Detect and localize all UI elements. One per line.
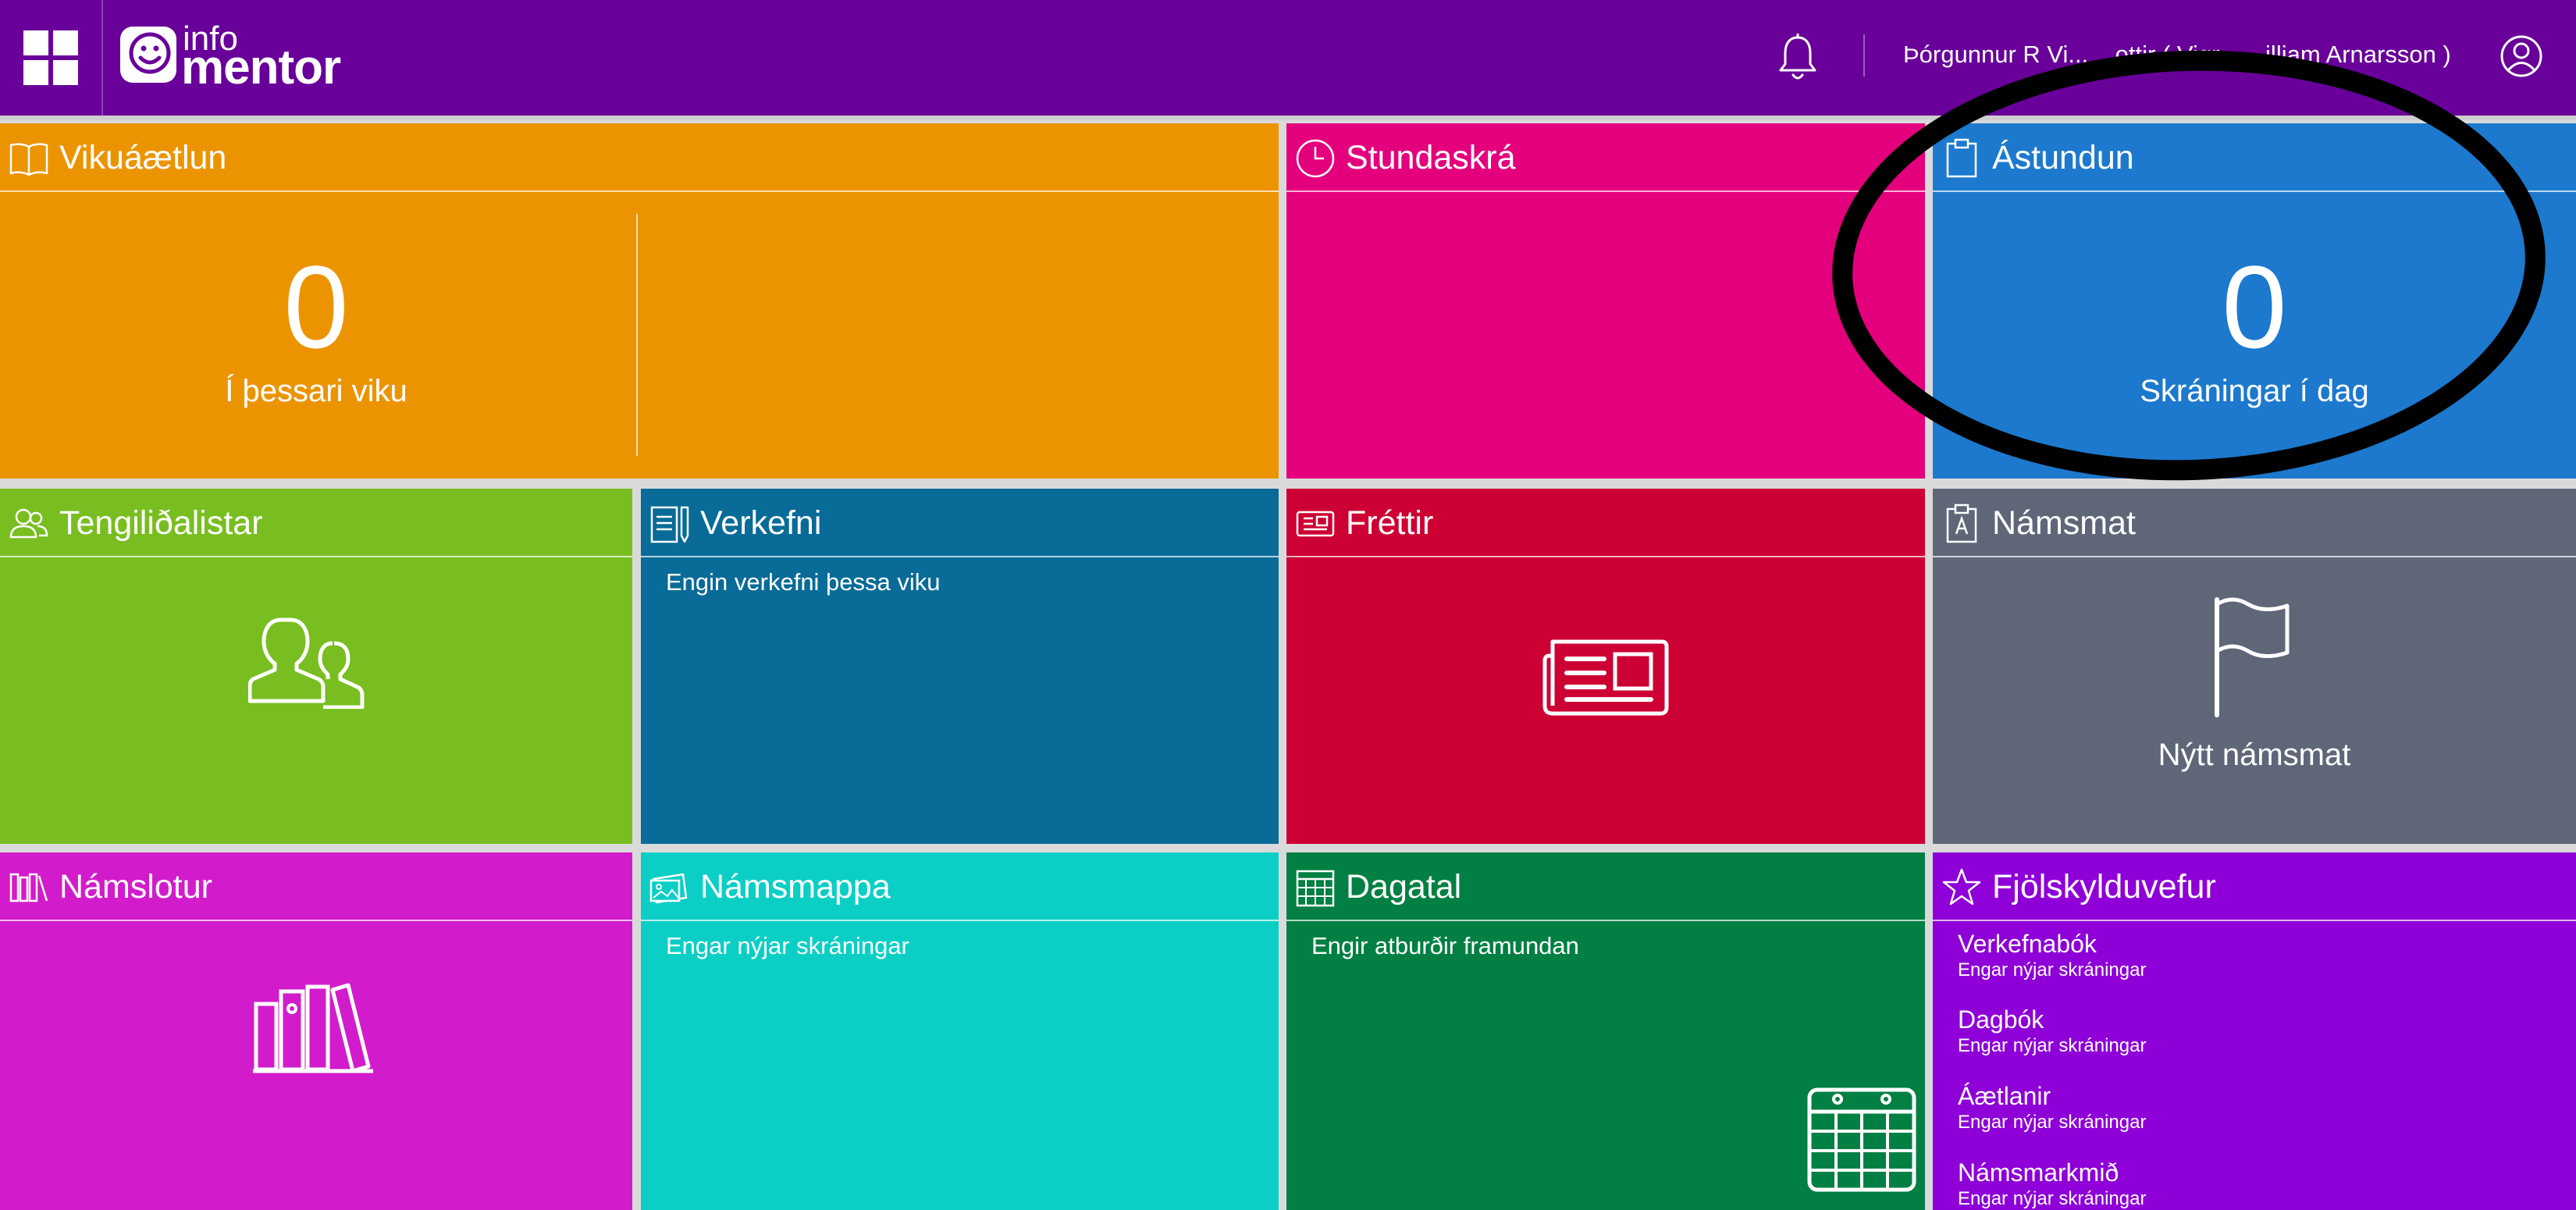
tile-header: Ástundun [1933, 123, 2576, 192]
books-small-icon [9, 873, 48, 902]
family-item-status: Engar nýjar skráningar [1958, 1112, 2147, 1133]
tile-verkefni[interactable]: Verkefni Engin verkefni þessa viku [641, 489, 1279, 844]
document-pencil-icon [650, 506, 689, 543]
tile-tengilidalistar[interactable]: Tengiliðalistar [0, 489, 632, 844]
tile-title: Verkefni [700, 504, 822, 542]
notifications-button[interactable] [1777, 33, 1819, 83]
family-item-dagbok[interactable]: Dagbók Engar nýjar skráningar [1958, 1005, 2146, 1058]
newspaper-small-icon [1296, 511, 1335, 537]
tile-namslotur[interactable]: Námslotur [0, 852, 632, 1210]
family-item-status: Engar nýjar skráningar [1958, 1188, 2147, 1209]
tile-frettir[interactable]: Fréttir [1286, 489, 1925, 844]
logo-mentor-text: mentor [181, 41, 341, 94]
week-plan-count: 0 [283, 241, 349, 372]
bell-icon [1779, 34, 1816, 80]
family-item-verkefnabok[interactable]: Verkefnabók Engar nýjar skráningar [1958, 929, 2146, 982]
clock-icon [1296, 139, 1335, 178]
tile-inner-divider [636, 214, 638, 456]
tile-header: Námsmappa [641, 852, 1279, 921]
tile-fjolskylduvefur[interactable]: Fjölskylduvefur Verkefnabók Engar nýjar … [1933, 852, 2576, 1210]
tile-stundaskra[interactable]: Stundaskrá [1286, 123, 1925, 479]
infomentor-logo[interactable]: info mentor [119, 20, 345, 95]
dashboard-page: info mentor Þórgunnur R Vi... ...ottir (… [0, 0, 2576, 1210]
people-icon [248, 617, 365, 709]
tile-title: Dagatal [1346, 868, 1462, 906]
picture-folder-icon [649, 873, 688, 904]
smiley-logo-icon [120, 27, 176, 83]
user-avatar-icon [2500, 35, 2542, 77]
book-icon [9, 143, 48, 176]
family-item-namsmarkmid[interactable]: Námsmarkmið Engar nýjar skráningar [1958, 1158, 2146, 1210]
tile-title: Námslotur [59, 868, 212, 906]
family-item-title: Áætlanir [1958, 1082, 2051, 1110]
family-item-status: Engar nýjar skráningar [1958, 1035, 2147, 1056]
tile-title: Fréttir [1346, 504, 1434, 542]
tile-header: Dagatal [1286, 852, 1925, 921]
tile-header: Verkefni [641, 489, 1279, 557]
attendance-count: 0 [2222, 241, 2287, 372]
tile-title: Vikuáætlun [59, 139, 227, 176]
user-profile-button[interactable] [2500, 34, 2543, 78]
tile-title: Námsmappa [700, 868, 891, 906]
tile-header: Námsmat [1933, 489, 2576, 557]
header-shadow [0, 116, 2576, 120]
tile-title: Námsmat [1992, 504, 2136, 542]
family-item-title: Dagbók [1958, 1005, 2044, 1034]
tile-status-text: Engir atburðir framundan [1311, 932, 1579, 959]
calendar-icon [1807, 1087, 1916, 1192]
books-icon [253, 983, 373, 1073]
attendance-count-label: Skráningar í dag [2140, 374, 2369, 408]
family-item-status: Engar nýjar skráningar [1958, 959, 2147, 980]
tile-header: Fréttir [1286, 489, 1925, 557]
tile-header: Stundaskrá [1286, 123, 1925, 192]
apps-grid-icon [23, 30, 78, 85]
flag-icon [2215, 597, 2290, 717]
star-icon [1942, 868, 1981, 906]
family-item-title: Námsmarkmið [1958, 1158, 2119, 1187]
contacts-icon [9, 508, 48, 539]
tile-vikuaaetlun[interactable]: Vikuáætlun 0 Í þessari viku [0, 123, 1279, 479]
tile-dagatal[interactable]: Dagatal Engir atburðir framundan [1286, 852, 1925, 1210]
tile-header: Tengiliðalistar [0, 489, 632, 557]
top-bar: info mentor Þórgunnur R Vi... ...ottir (… [0, 0, 2576, 116]
tile-namsmat[interactable]: Námsmat Nýtt námsmat [1933, 489, 2576, 844]
header-divider [1863, 34, 1865, 77]
new-assessment-link[interactable]: Nýtt námsmat [1933, 735, 2576, 774]
tile-title: Fjölskylduvefur [1992, 868, 2216, 906]
graded-clipboard-icon [1946, 504, 1977, 543]
clipboard-icon [1946, 138, 1977, 178]
user-name[interactable]: Þórgunnur R Vi... ...ottir ( Vigr... ...… [1903, 39, 2481, 70]
tile-status-text: Engar nýjar skráningar [666, 932, 909, 959]
tile-header: Fjölskylduvefur [1933, 852, 2576, 921]
tile-title: Stundaskrá [1346, 139, 1516, 176]
tile-astundun[interactable]: Ástundun 0 Skráningar í dag [1933, 123, 2576, 479]
tile-namsmappa[interactable]: Námsmappa Engar nýjar skráningar [641, 852, 1279, 1210]
apps-grid-button[interactable] [0, 0, 103, 116]
week-plan-count-label: Í þessari viku [225, 374, 407, 408]
calendar-small-icon [1296, 870, 1335, 907]
tile-header: Námslotur [0, 852, 632, 921]
family-item-title: Verkefnabók [1958, 930, 2097, 958]
tile-title: Ástundun [1992, 139, 2134, 176]
tile-status-text: Engin verkefni þessa viku [666, 568, 941, 596]
family-item-aaetlanir[interactable]: Áætlanir Engar nýjar skráningar [1958, 1081, 2146, 1134]
tile-header: Vikuáætlun [0, 123, 1279, 192]
newspaper-icon [1542, 639, 1669, 716]
tile-title: Tengiliðalistar [59, 504, 263, 542]
